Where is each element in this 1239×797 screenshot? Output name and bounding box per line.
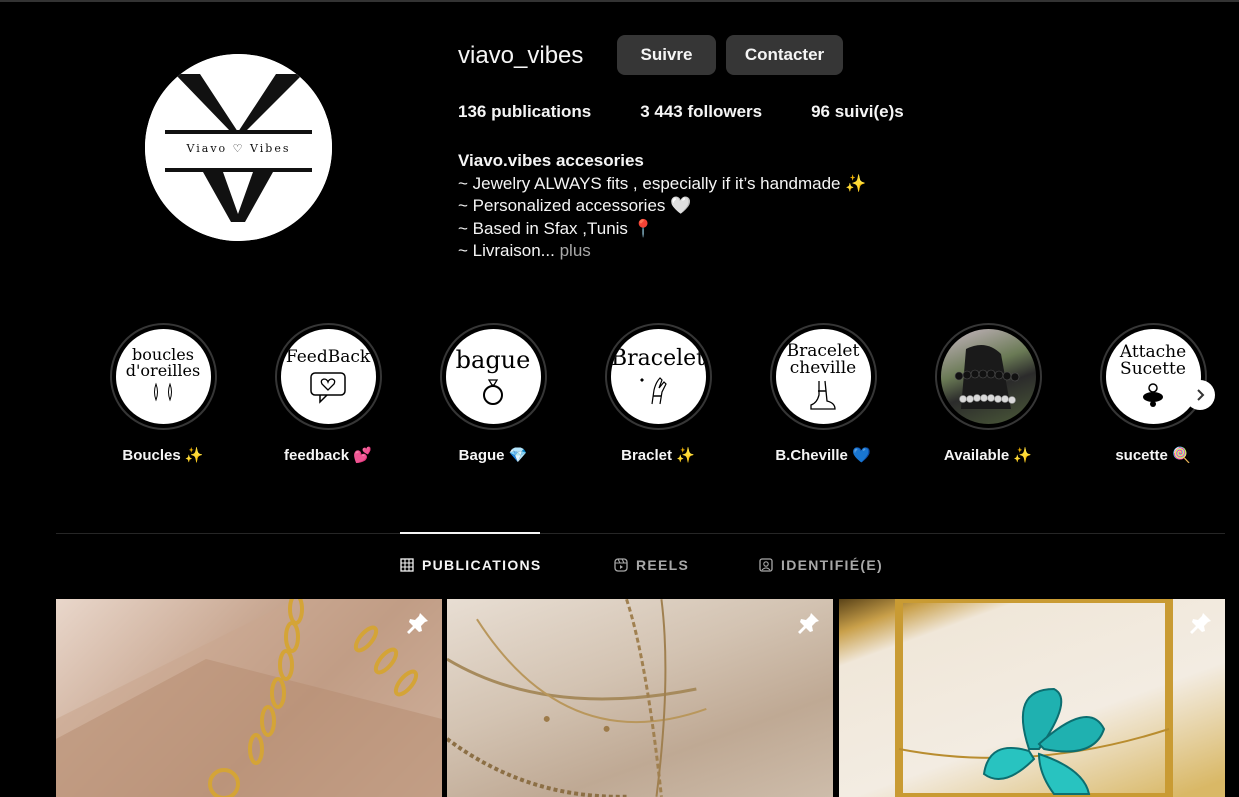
highlight-label: sucette 🍭 bbox=[1115, 447, 1191, 464]
highlight-item[interactable]: Bracelet cheville B.Cheville 💙 bbox=[768, 323, 878, 464]
profile-stats: 136 publications 3 443 followers 96 suiv… bbox=[458, 102, 953, 122]
highlight-cover: FeedBack bbox=[280, 329, 376, 424]
highlight-cover-ring: bague bbox=[439, 323, 547, 430]
highlight-label: B.Cheville 💙 bbox=[775, 447, 871, 464]
highlight-cover-text: FeedBack bbox=[285, 347, 371, 367]
highlight-cover-text: Bracelet bbox=[610, 345, 706, 371]
bio-line: ~ Livraison... bbox=[458, 241, 555, 260]
highlight-cover-ring bbox=[934, 323, 1042, 430]
contact-button[interactable]: Contacter bbox=[726, 35, 843, 75]
tab-publications-label: PUBLICATIONS bbox=[422, 557, 542, 573]
ring-icon bbox=[483, 378, 503, 405]
reels-icon bbox=[614, 558, 628, 572]
post-thumbnail[interactable] bbox=[56, 599, 442, 797]
highlight-cover-ring: Bracelet bbox=[604, 323, 712, 430]
post-thumbnail[interactable] bbox=[839, 599, 1225, 797]
profile-username: viavo_vibes bbox=[458, 42, 584, 69]
bracelet-photo bbox=[940, 329, 1036, 424]
highlight-label: feedback 💕 bbox=[284, 447, 372, 464]
pin-icon bbox=[407, 613, 428, 634]
highlight-cover-text: boucles d'oreilles bbox=[125, 345, 201, 380]
tagged-icon bbox=[759, 558, 773, 572]
logo-text: Viavo ♡ Vibes bbox=[186, 142, 291, 155]
pacifier-icon bbox=[1143, 382, 1163, 407]
active-tab-indicator bbox=[400, 532, 540, 534]
bio-line: ~ Jewelry ALWAYS fits , especially if it… bbox=[458, 173, 867, 193]
top-border bbox=[0, 0, 1239, 2]
tab-tagged-label: IDENTIFIÉ(E) bbox=[781, 557, 883, 573]
highlight-cover-text: bague bbox=[455, 345, 531, 374]
following-count[interactable]: 96 suivi(e)s bbox=[811, 102, 904, 122]
chevron-right-icon bbox=[1197, 389, 1205, 401]
highlight-cover-ring: Attache Sucette bbox=[1099, 323, 1207, 430]
chat-heart-icon bbox=[310, 372, 346, 404]
pin-icon bbox=[1190, 613, 1211, 634]
gold-chain-image bbox=[56, 599, 442, 797]
ankle-icon bbox=[810, 380, 836, 410]
hand-bracelet-icon bbox=[640, 376, 667, 404]
highlight-label: Available ✨ bbox=[943, 447, 1033, 464]
butterfly-bracelet-image bbox=[895, 599, 1173, 797]
highlight-cover-text: Attache Sucette bbox=[1119, 341, 1187, 379]
tab-reels[interactable]: REELS bbox=[614, 557, 689, 573]
tab-reels-label: REELS bbox=[636, 557, 690, 573]
highlights-next-button[interactable] bbox=[1185, 380, 1215, 410]
highlight-item[interactable]: Bracelet Braclet ✨ bbox=[603, 323, 713, 464]
profile-bio: Viavo.vibes accesories ~ Jewelry ALWAYS … bbox=[458, 150, 866, 263]
highlight-cover-ring: FeedBack bbox=[274, 323, 382, 430]
highlight-label: Boucles ✨ bbox=[122, 447, 204, 464]
bio-line: ~ Based in Sfax ,Tunis 📍 bbox=[458, 218, 654, 238]
highlight-cover: Attache Sucette bbox=[1105, 329, 1201, 424]
highlight-cover-ring: boucles d'oreilles bbox=[109, 323, 217, 430]
highlight-item[interactable]: boucles d'oreilles Boucles ✨ bbox=[108, 323, 218, 464]
pin-icon bbox=[798, 613, 819, 634]
follow-button[interactable]: Suivre bbox=[617, 35, 716, 75]
publications-count: 136 publications bbox=[458, 102, 592, 121]
post-thumbnail[interactable] bbox=[447, 599, 833, 797]
tab-tagged[interactable]: IDENTIFIÉ(E) bbox=[759, 557, 883, 573]
highlight-cover: boucles d'oreilles bbox=[115, 329, 211, 424]
tab-publications[interactable]: PUBLICATIONS bbox=[400, 557, 542, 573]
highlight-cover: bague bbox=[445, 329, 541, 424]
grid-icon bbox=[400, 558, 414, 572]
highlight-label: Braclet ✨ bbox=[621, 447, 695, 464]
highlight-cover-ring: Bracelet cheville bbox=[769, 323, 877, 430]
highlight-label: Bague 💎 bbox=[458, 447, 528, 464]
bio-name: Viavo.vibes accesories bbox=[458, 151, 644, 170]
bracelet-image bbox=[954, 345, 1019, 409]
highlight-cover: Bracelet bbox=[610, 329, 706, 424]
highlight-item[interactable]: FeedBack feedback 💕 bbox=[273, 323, 383, 464]
bio-more-link[interactable]: plus bbox=[560, 241, 591, 260]
followers-count[interactable]: 3 443 followers bbox=[640, 102, 762, 122]
highlight-item[interactable]: bague Bague 💎 bbox=[438, 323, 548, 464]
highlight-item[interactable]: Available ✨ bbox=[933, 323, 1043, 464]
highlight-cover: Bracelet cheville bbox=[775, 329, 871, 424]
highlight-cover-text: Bracelet cheville bbox=[786, 340, 860, 378]
layered-necklace-image bbox=[447, 599, 707, 797]
tabs-divider bbox=[56, 533, 1225, 534]
earrings-icon bbox=[154, 382, 172, 402]
story-highlights: boucles d'oreilles Boucles ✨ FeedBack fe… bbox=[108, 323, 1228, 473]
bio-line: ~ Personalized accessories 🤍 bbox=[458, 196, 692, 215]
